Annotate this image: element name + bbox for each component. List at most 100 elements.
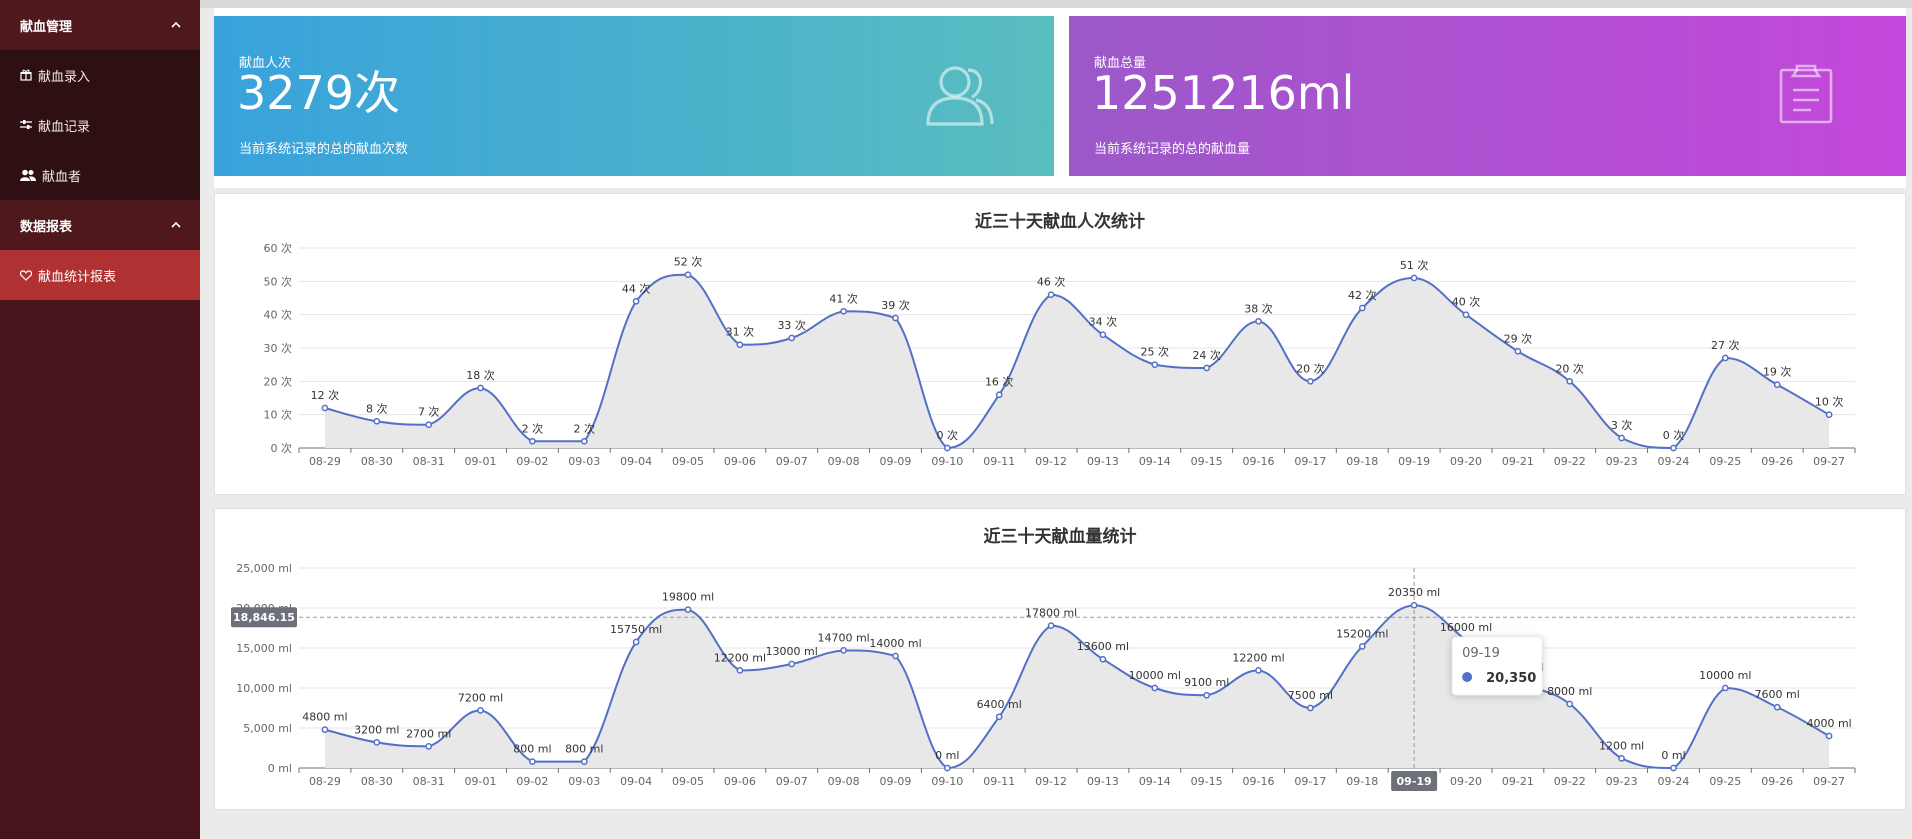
data-point xyxy=(1566,700,1574,708)
data-label: 14000 ml xyxy=(869,637,921,650)
data-point xyxy=(1099,655,1107,663)
data-label: 12200 ml xyxy=(714,651,766,664)
sidebar-item-label: 献血者 xyxy=(42,169,82,185)
data-point xyxy=(321,726,329,733)
data-point xyxy=(736,667,744,674)
data-point xyxy=(1670,444,1677,452)
data-label: 13000 ml xyxy=(766,645,818,658)
users-outline-icon xyxy=(926,66,994,126)
data-point xyxy=(892,314,899,322)
data-label: 33 次 xyxy=(777,318,806,332)
y-tick-label: 0 次 xyxy=(271,441,293,455)
data-label: 34 次 xyxy=(1089,315,1118,329)
sidebar-item-donation-statistics[interactable]: 献血统计报表 xyxy=(0,250,200,300)
data-point xyxy=(1358,643,1366,650)
data-point xyxy=(1151,684,1159,692)
data-label: 29 次 xyxy=(1504,331,1533,345)
x-tick-label: 09-01 xyxy=(465,455,497,468)
stats-cards: 献血人次 3279次 当前系统记录的总的献血次数 献血总量 1251216ml … xyxy=(214,8,1906,188)
sidebar-item-label: 献血记录 xyxy=(38,119,91,135)
x-tick-label: 09-17 xyxy=(1294,455,1326,468)
x-tick-label: 09-14 xyxy=(1139,455,1171,468)
sidebar-group-label: 数据报表 xyxy=(20,219,73,235)
data-label: 16 次 xyxy=(985,375,1014,389)
sidebar-group-data-reports[interactable]: 数据报表 xyxy=(0,200,200,250)
data-label: 46 次 xyxy=(1037,275,1066,289)
data-point xyxy=(840,307,847,315)
x-tick-label: 09-07 xyxy=(776,775,808,788)
data-point xyxy=(1358,304,1366,312)
data-label: 2700 ml xyxy=(406,727,451,740)
data-label: 12200 ml xyxy=(1232,651,1284,664)
data-point xyxy=(632,297,640,305)
sliders-icon xyxy=(20,120,32,129)
data-label: 3 次 xyxy=(1611,418,1633,432)
chevron-up-icon xyxy=(171,221,181,228)
chart-panel-donation-volume: 近三十天献血量统计 0 ml 5,000 ml 10,000 ml 15,000 ml… xyxy=(214,508,1906,810)
tooltip-title: 09-19 xyxy=(1462,646,1500,661)
sidebar-item-label: 献血录入 xyxy=(38,69,91,85)
x-tick-label: 09-08 xyxy=(828,775,860,788)
data-point xyxy=(1099,331,1107,339)
x-tick-label: 09-06 xyxy=(724,455,756,468)
x-tick-label: 08-31 xyxy=(413,775,445,788)
x-tick-label: 09-09 xyxy=(879,775,911,788)
data-point xyxy=(632,638,640,646)
data-point xyxy=(321,404,329,412)
x-tick-label: 08-30 xyxy=(361,775,393,788)
data-label: 8 次 xyxy=(366,401,388,415)
data-point xyxy=(1307,704,1314,712)
x-tick-label: 09-23 xyxy=(1606,455,1638,468)
chart-panel-donation-count: 近三十天献血人次统计 0 次 10 次 20 次 30 次 40 次 50 次 60 次 12… xyxy=(214,193,1906,495)
tooltip-value: 20,350 xyxy=(1486,671,1536,686)
data-label: 19800 ml xyxy=(662,591,714,604)
card-subtitle: 当前系统记录的总的献血量 xyxy=(1094,142,1251,157)
data-point xyxy=(995,391,1003,399)
x-tick-label: 09-04 xyxy=(620,455,652,468)
data-label: 4800 ml xyxy=(302,711,347,724)
data-label: 9100 ml xyxy=(1184,676,1229,689)
data-point xyxy=(1618,755,1625,762)
x-tick-label: 09-03 xyxy=(568,455,600,468)
data-label: 51 次 xyxy=(1400,258,1429,272)
x-tick-label: 09-16 xyxy=(1243,455,1275,468)
data-point xyxy=(477,384,484,392)
x-tick-label: 08-29 xyxy=(309,455,341,468)
data-label: 3200 ml xyxy=(354,723,399,736)
data-label: 40 次 xyxy=(1452,295,1481,309)
sidebar-item-donors[interactable]: 献血者 xyxy=(0,150,200,200)
data-point xyxy=(1047,291,1055,299)
sidebar-item-donation-entry[interactable]: 献血录入 xyxy=(0,50,200,100)
data-point xyxy=(684,271,692,279)
x-tick-label: 08-29 xyxy=(309,775,341,788)
x-tick-label: 09-01 xyxy=(465,775,497,788)
x-tick-label: 09-09 xyxy=(879,455,911,468)
x-tick-label: 09-13 xyxy=(1087,455,1119,468)
data-label: 1200 ml xyxy=(1599,739,1644,752)
data-point xyxy=(892,652,899,660)
data-label: 17800 ml xyxy=(1025,607,1077,620)
data-label: 4000 ml xyxy=(1806,717,1851,730)
users-icon xyxy=(20,169,36,181)
data-point xyxy=(1514,347,1522,355)
sidebar-group-donation-management[interactable]: 献血管理 xyxy=(0,0,200,50)
data-label: 0 次 xyxy=(1663,428,1685,442)
sidebar-item-donation-records[interactable]: 献血记录 xyxy=(0,100,200,150)
tooltip-marker xyxy=(1462,672,1473,682)
data-label: 13600 ml xyxy=(1077,640,1129,653)
x-tick-label: 09-26 xyxy=(1761,455,1793,468)
x-tick-label: 09-06 xyxy=(724,775,756,788)
x-tick-label: 09-19 xyxy=(1398,455,1430,468)
x-tick-label: 09-22 xyxy=(1554,775,1586,788)
x-tick-label: 09-21 xyxy=(1502,775,1534,788)
card-value: 1251216ml xyxy=(1092,66,1355,120)
data-label: 10000 ml xyxy=(1129,669,1181,682)
data-label: 39 次 xyxy=(881,298,910,312)
data-point xyxy=(529,758,536,765)
y-tick-label: 60 次 xyxy=(264,241,293,255)
x-tick-label: 09-04 xyxy=(620,775,652,788)
data-point xyxy=(943,764,951,772)
data-label: 42 次 xyxy=(1348,288,1377,302)
data-point xyxy=(788,660,796,668)
data-point xyxy=(1255,317,1262,325)
